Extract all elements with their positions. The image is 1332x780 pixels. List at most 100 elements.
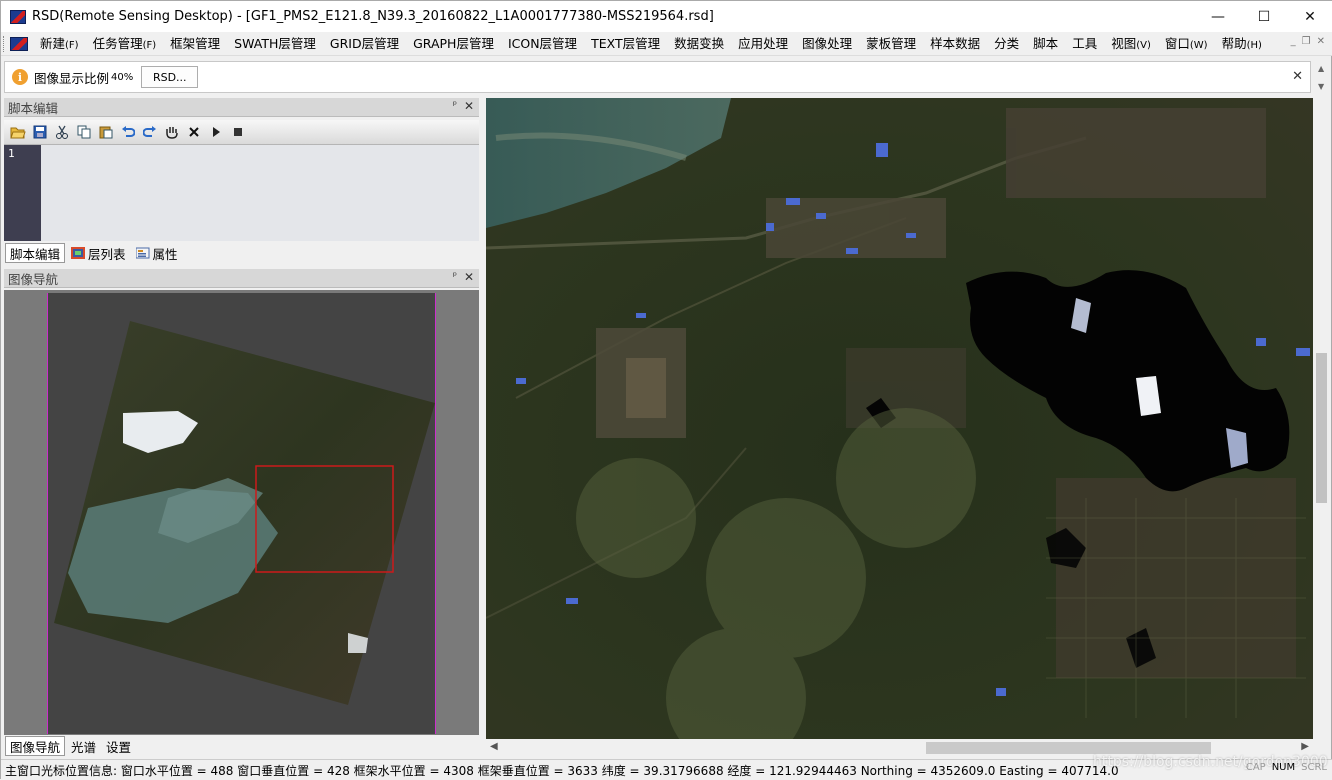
menu-item-accelerator: (F) — [142, 39, 157, 51]
stop-icon[interactable] — [229, 124, 247, 140]
tab-label: 设置 — [106, 739, 132, 755]
app-logo-icon — [10, 9, 26, 24]
cut-icon[interactable] — [53, 124, 71, 140]
pin-icon[interactable]: ᵖ — [453, 100, 457, 111]
mdi-restore-button[interactable]: ❐ — [1302, 36, 1311, 47]
tab-label: 脚本编辑 — [10, 246, 61, 262]
open-folder-icon[interactable] — [9, 124, 27, 140]
close-button[interactable]: ✕ — [1287, 1, 1332, 32]
nav-panel-header: 图像导航 ᵖ ✕ — [4, 269, 479, 288]
scroll-right-icon[interactable]: ▶ — [1301, 741, 1309, 752]
script-panel-header: 脚本编辑 ᵖ ✕ — [4, 98, 479, 117]
satellite-image-view[interactable] — [486, 98, 1313, 739]
menu-item-label: 数据变换 — [674, 35, 725, 51]
menu-item[interactable]: 帮助(H) — [1215, 32, 1269, 56]
menu-item-label: TEXT层管理 — [591, 35, 661, 51]
display-scale-label: 图像显示比例 — [34, 70, 110, 86]
nav-panel-close-icon[interactable]: ✕ — [464, 270, 474, 284]
menu-item[interactable]: GRAPH层管理 — [406, 32, 501, 56]
menu-item[interactable]: 新建(F) — [33, 32, 86, 56]
menu-item[interactable]: 任务管理(F) — [86, 32, 164, 56]
num-indicator: NUM — [1271, 762, 1296, 773]
layer-list-icon — [71, 247, 86, 259]
rsd-button[interactable]: RSD... — [141, 66, 199, 88]
menu-item-label: 任务管理 — [92, 35, 143, 51]
menu-item[interactable]: 蒙板管理 — [859, 32, 923, 56]
window-title: RSD(Remote Sensing Desktop) - [GF1_PMS2_… — [32, 9, 714, 24]
script-toolbar — [4, 120, 479, 145]
caps-indicator: CAP — [1245, 762, 1266, 773]
tab-script-editor[interactable]: 脚本编辑 — [5, 243, 66, 263]
menu-item-label: 分类 — [994, 35, 1020, 51]
title-bar[interactable]: RSD(Remote Sensing Desktop) - [GF1_PMS2_… — [1, 1, 1332, 32]
pin-icon[interactable]: ᵖ — [453, 271, 457, 282]
line-number: 1 — [8, 147, 15, 160]
navigator-canvas[interactable] — [47, 293, 436, 734]
menu-item[interactable]: SWATH层管理 — [227, 32, 323, 56]
info-bar-scroll[interactable]: ▲ ▼ — [1314, 61, 1331, 95]
menu-item[interactable]: 样本数据 — [923, 32, 987, 56]
menu-item[interactable]: 分类 — [987, 32, 1026, 56]
menu-item-label: 应用处理 — [738, 35, 789, 51]
app-window: RSD(Remote Sensing Desktop) - [GF1_PMS2_… — [0, 0, 1332, 780]
mdi-minimize-button[interactable]: _ — [1291, 36, 1296, 47]
menu-item[interactable]: 数据变换 — [667, 32, 731, 56]
properties-icon — [135, 247, 150, 259]
tab-spectrum[interactable]: 光谱 — [67, 736, 100, 756]
tab-label: 层列表 — [88, 246, 126, 262]
document-icon[interactable] — [10, 36, 28, 51]
menu-item-label: 帮助 — [1221, 35, 1247, 51]
line-number-gutter: 1 — [4, 145, 41, 241]
delete-x-icon[interactable] — [185, 124, 203, 140]
script-editor[interactable]: 1 — [4, 145, 479, 241]
image-navigator[interactable] — [4, 290, 479, 735]
save-icon[interactable] — [31, 124, 49, 140]
redo-icon[interactable] — [141, 124, 159, 140]
menu-item-accelerator: (W) — [1189, 39, 1208, 51]
menu-item[interactable]: 图像处理 — [795, 32, 859, 56]
maximize-button[interactable]: ☐ — [1241, 1, 1287, 32]
menu-item-label: 样本数据 — [930, 35, 981, 51]
menu-item-label: GRID层管理 — [329, 35, 400, 51]
menu-item-label: 脚本 — [1033, 35, 1059, 51]
menu-item[interactable]: GRID层管理 — [323, 32, 406, 56]
scroll-left-icon[interactable]: ◀ — [490, 741, 498, 752]
tab-properties[interactable]: 属性 — [132, 243, 182, 263]
vertical-scrollbar[interactable] — [1313, 98, 1330, 739]
menu-item[interactable]: TEXT层管理 — [584, 32, 667, 56]
menu-item[interactable]: ICON层管理 — [501, 32, 584, 56]
menu-item-accelerator: (H) — [1246, 39, 1262, 51]
tab-layer-list[interactable]: 层列表 — [67, 243, 130, 263]
menu-item-label: ICON层管理 — [507, 35, 578, 51]
tab-settings[interactable]: 设置 — [102, 736, 135, 756]
mdi-close-button[interactable]: ✕ — [1317, 36, 1325, 47]
scroll-indicator: SCRL — [1301, 762, 1327, 773]
menu-item[interactable]: 工具 — [1065, 32, 1104, 56]
menu-item[interactable]: 窗口(W) — [1158, 32, 1215, 56]
vertical-scroll-thumb[interactable] — [1316, 353, 1327, 503]
copy-icon[interactable] — [75, 124, 93, 140]
menu-item[interactable]: 视图(V) — [1104, 32, 1158, 56]
satellite-image — [486, 98, 1313, 739]
script-panel-close-icon[interactable]: ✕ — [464, 99, 474, 113]
menu-item-accelerator: (V) — [1136, 39, 1151, 51]
horizontal-scroll-thumb[interactable] — [926, 742, 1211, 754]
menu-item-label: 工具 — [1072, 35, 1098, 51]
undo-icon[interactable] — [119, 124, 137, 140]
script-panel-title: 脚本编辑 — [8, 100, 59, 116]
menu-item[interactable]: 框架管理 — [163, 32, 227, 56]
info-icon: i — [12, 69, 28, 85]
menu-item-label: 新建 — [40, 35, 66, 51]
tab-image-navigator[interactable]: 图像导航 — [5, 736, 66, 756]
menu-item[interactable]: 应用处理 — [731, 32, 795, 56]
hand-icon[interactable] — [163, 124, 181, 140]
toolbar-grip[interactable] — [3, 35, 7, 52]
display-scale-value: 40% — [111, 71, 134, 83]
menu-item[interactable]: 脚本 — [1026, 32, 1065, 56]
info-bar-close-icon[interactable]: ✕ — [1292, 69, 1303, 84]
run-icon[interactable] — [207, 124, 225, 140]
menu-item-label: SWATH层管理 — [234, 35, 316, 51]
paste-icon[interactable] — [97, 124, 115, 140]
panel-splitter[interactable] — [479, 98, 485, 758]
minimize-button[interactable]: — — [1195, 1, 1241, 32]
